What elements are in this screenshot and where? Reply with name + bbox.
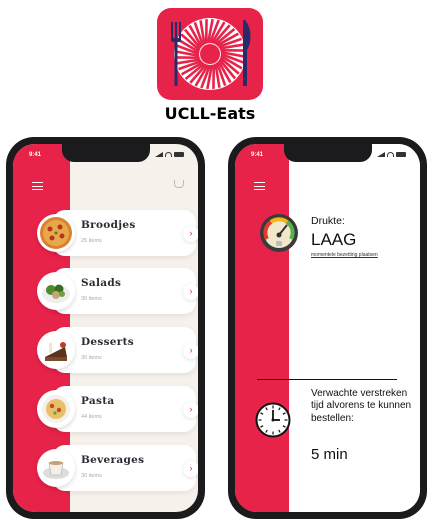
accent-panel: [235, 144, 289, 512]
chevron-right-icon[interactable]: ›: [183, 226, 198, 242]
chevron-right-icon[interactable]: ›: [183, 343, 198, 359]
category-name: Pasta: [81, 395, 115, 407]
crowd-label: Drukte:: [311, 215, 345, 227]
pasta-icon: [37, 390, 75, 428]
chevron-right-icon[interactable]: ›: [183, 284, 198, 300]
category-card-beverages[interactable]: Beverages 30 items ›: [37, 445, 198, 491]
basket-icon[interactable]: [174, 180, 184, 188]
status-time: 9:41: [29, 152, 42, 158]
section-divider: [257, 379, 397, 381]
category-card-broodjes[interactable]: Broodjes 25 items ›: [37, 210, 198, 256]
signal-icon: [377, 152, 385, 157]
salad-icon: [37, 272, 75, 310]
drink-icon: [37, 449, 75, 487]
category-name: Broodjes: [81, 219, 136, 231]
battery-icon: [174, 152, 184, 157]
category-name: Beverages: [81, 454, 145, 466]
category-card-desserts[interactable]: Desserts 30 items ›: [37, 327, 198, 373]
category-count: 44 items: [81, 414, 102, 420]
status-bar: 9:41: [251, 152, 406, 164]
hamburger-icon[interactable]: [254, 182, 265, 193]
status-bar: 9:41: [29, 152, 184, 164]
phone-status: 9:41 Drukte: LAAG momentele bezetting pl…: [228, 137, 427, 519]
wifi-icon: [165, 152, 172, 157]
status-icons: [377, 152, 406, 157]
cake-icon: [37, 331, 75, 369]
wait-value: 5 min: [311, 446, 348, 463]
gauge-icon: [259, 213, 299, 253]
status-icons: [155, 152, 184, 157]
status-screen: 9:41 Drukte: LAAG momentele bezetting pl…: [235, 144, 420, 512]
category-count: 30 items: [81, 296, 102, 302]
category-name: Salads: [81, 277, 122, 289]
occupancy-link[interactable]: momentele bezetting plaatsen: [311, 252, 378, 258]
chevron-right-icon[interactable]: ›: [183, 461, 198, 477]
categories-screen: 9:41 Broodjes 25 items › Salads 30 items…: [13, 144, 198, 512]
category-count: 30 items: [81, 473, 102, 479]
content-panel: [289, 144, 420, 512]
wifi-icon: [387, 152, 394, 157]
plate-fork-knife-icon: [171, 18, 251, 90]
app-title: UCLL-Eats: [164, 104, 256, 123]
category-count: 25 items: [81, 238, 102, 244]
app-logo: [157, 8, 263, 100]
battery-icon: [396, 152, 406, 157]
category-count: 30 items: [81, 355, 102, 361]
crowd-value: LAAG: [311, 230, 357, 249]
wait-label: Verwachte verstreken tijd alvorens te ku…: [311, 388, 412, 424]
category-card-pasta[interactable]: Pasta 44 items ›: [37, 386, 198, 432]
status-time: 9:41: [251, 152, 264, 158]
clock-icon: [255, 402, 291, 438]
category-card-salads[interactable]: Salads 30 items ›: [37, 268, 198, 314]
hamburger-icon[interactable]: [32, 182, 43, 193]
phone-categories: 9:41 Broodjes 25 items › Salads 30 items…: [6, 137, 205, 519]
pizza-icon: [37, 214, 75, 252]
chevron-right-icon[interactable]: ›: [183, 402, 198, 418]
category-name: Desserts: [81, 336, 134, 348]
signal-icon: [155, 152, 163, 157]
